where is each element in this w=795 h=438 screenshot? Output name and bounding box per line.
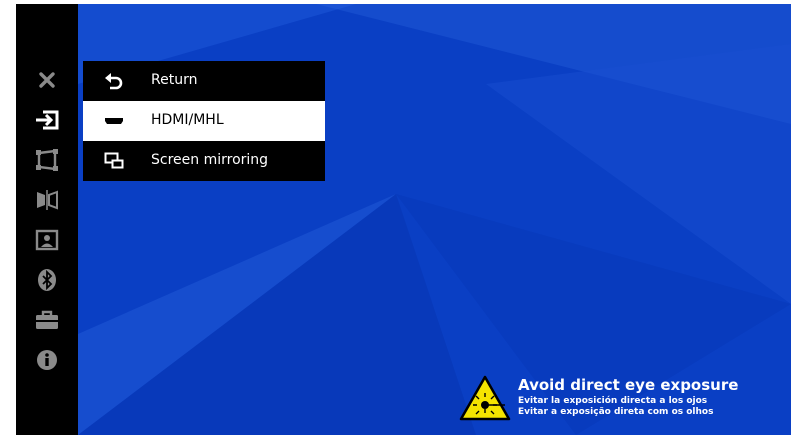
close-icon[interactable] (31, 66, 63, 94)
sidebar (16, 4, 78, 435)
menu-item-hdmi-mhl[interactable]: HDMI/MHL (83, 101, 325, 141)
menu-item-label: HDMI/MHL (151, 112, 224, 128)
projector-screen: Return HDMI/MHL Screen mirroring Avoid d… (16, 4, 791, 435)
warning-line-spanish: Evitar la exposición directa a los ojos (518, 396, 708, 406)
menu-item-return[interactable]: Return (83, 61, 325, 101)
input-menu: Return HDMI/MHL Screen mirroring (83, 61, 325, 181)
input-icon[interactable] (31, 106, 63, 134)
eye-exposure-warning: Avoid direct eye exposure Evitar la expo… (459, 374, 759, 424)
hdmi-icon (103, 111, 125, 131)
menu-item-screen-mirroring[interactable]: Screen mirroring (83, 141, 325, 181)
menu-item-label: Return (151, 72, 198, 88)
keystone-icon[interactable] (31, 146, 63, 174)
info-icon[interactable] (31, 346, 63, 374)
screen-mirroring-icon (103, 151, 125, 171)
return-icon (103, 71, 125, 91)
laser-warning-icon (459, 375, 511, 421)
warning-line-portuguese: Evitar a exposição direta com os olhos (518, 407, 714, 417)
bluetooth-icon[interactable] (31, 266, 63, 294)
menu-item-label: Screen mirroring (151, 152, 269, 168)
toolbox-icon[interactable] (31, 306, 63, 334)
picture-icon[interactable] (31, 226, 63, 254)
warning-title: Avoid direct eye exposure (518, 376, 739, 394)
flip-icon[interactable] (31, 186, 63, 214)
